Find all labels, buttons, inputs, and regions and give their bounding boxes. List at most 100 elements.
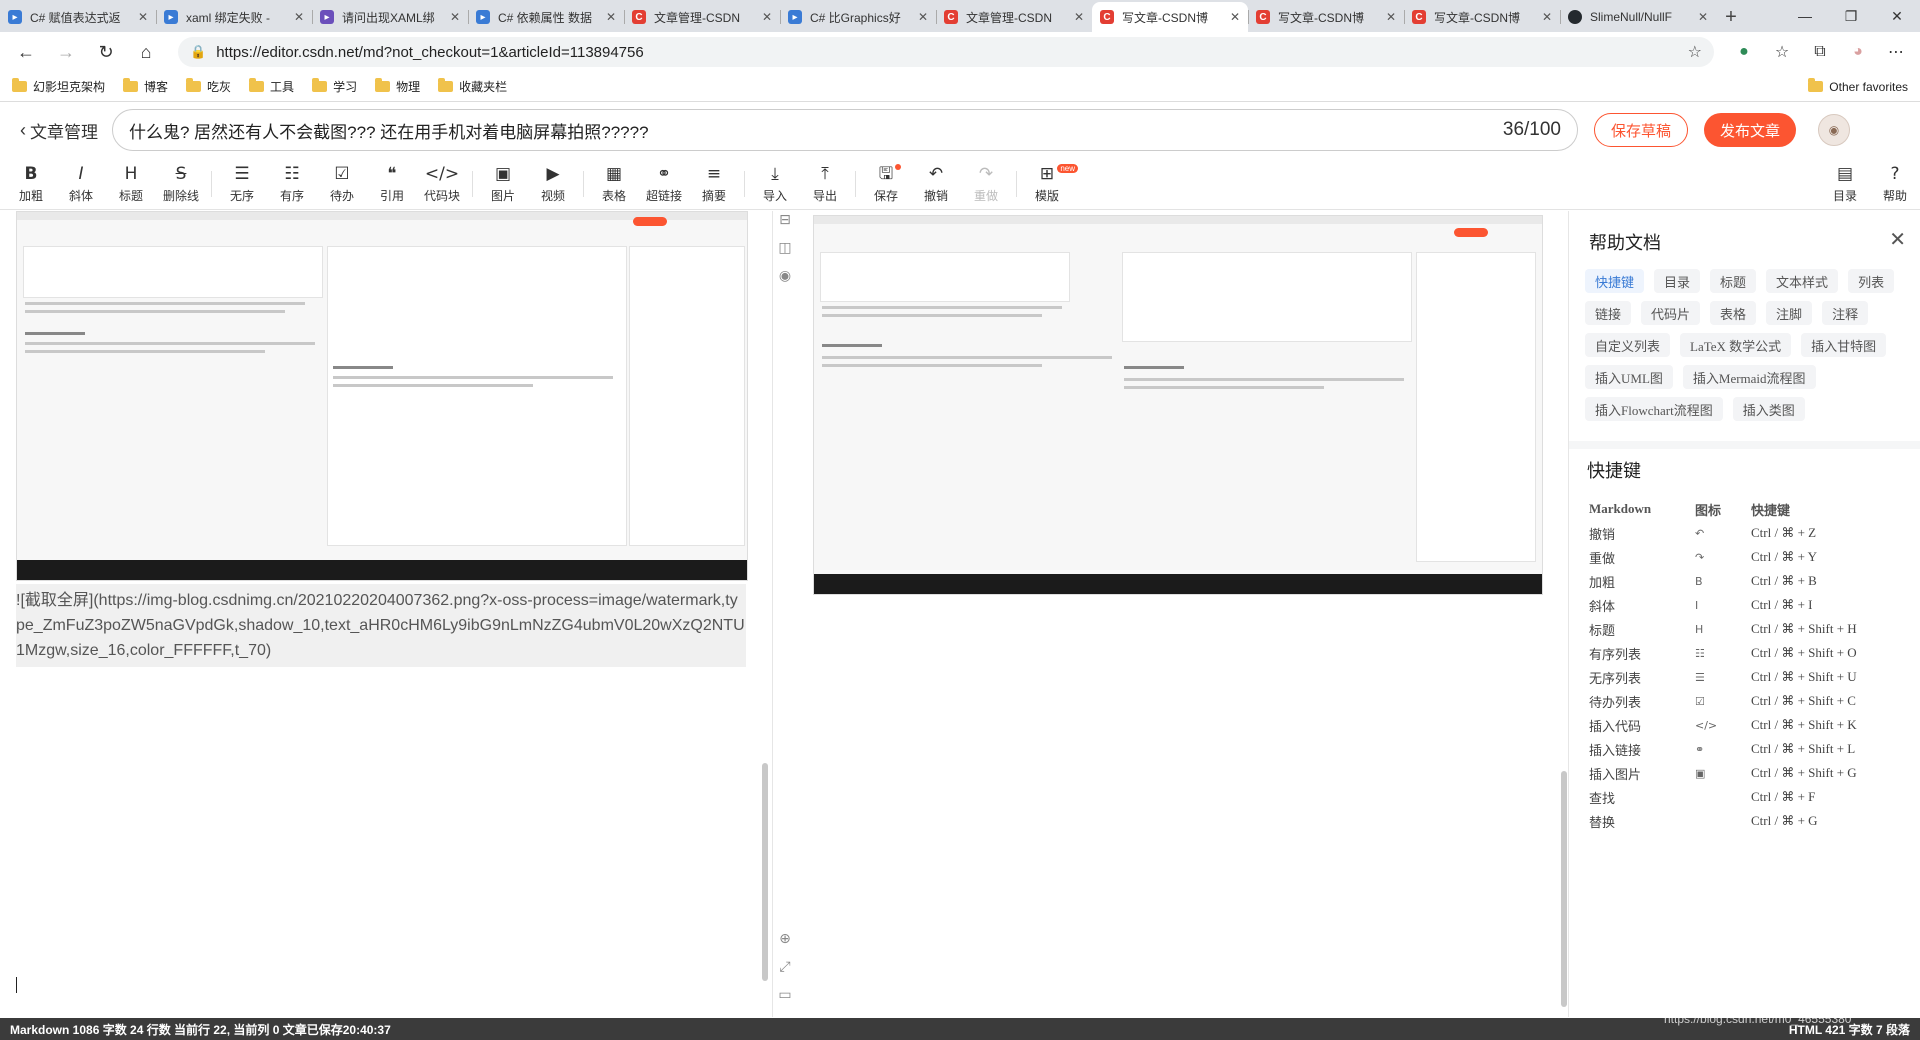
tab-close-icon[interactable]: ✕ xyxy=(918,10,928,24)
new-tab-button[interactable]: + xyxy=(1716,2,1746,32)
back-to-articles[interactable]: ‹ 文章管理 xyxy=(20,118,98,143)
help-topic-chip[interactable]: 插入Flowchart流程图 xyxy=(1585,397,1723,421)
menu-icon[interactable]: ⋯ xyxy=(1882,38,1910,66)
lock-icon[interactable]: 🔒 xyxy=(190,44,206,60)
browser-tab[interactable]: C 文章管理-CSDN ✕ xyxy=(624,2,780,32)
browser-tab[interactable]: SlimeNull/NullF ✕ xyxy=(1560,2,1716,32)
video-button[interactable]: ▶ 视频 xyxy=(528,158,578,210)
preview-scrollbar[interactable] xyxy=(1561,771,1567,1007)
import-button[interactable]: ⤓ 导入 xyxy=(750,158,800,210)
bold-button[interactable]: B 加粗 xyxy=(6,158,56,210)
bookmark-folder[interactable]: 学习 xyxy=(312,78,357,95)
summary-button[interactable]: ≡ 摘要 xyxy=(689,158,739,210)
favorites-icon[interactable]: ☆ xyxy=(1768,38,1796,66)
bookmark-folder[interactable]: 博客 xyxy=(123,78,168,95)
browser-tab[interactable]: C 写文章-CSDN博 ✕ xyxy=(1404,2,1560,32)
help-topic-chip[interactable]: 注脚 xyxy=(1766,301,1813,325)
close-window-button[interactable]: ✕ xyxy=(1874,0,1920,32)
bookmark-folder[interactable]: 物理 xyxy=(375,78,420,95)
redo-button[interactable]: ↷ 重做 xyxy=(961,158,1011,210)
browser-tab[interactable]: ▸ C# 比Graphics好 ✕ xyxy=(780,2,936,32)
markdown-editor[interactable]: ![截取全屏](https://img-blog.csdnimg.cn/2021… xyxy=(0,211,772,1017)
browser-tab[interactable]: C 写文章-CSDN博 ✕ xyxy=(1248,2,1404,32)
help-topic-chip[interactable]: 自定义列表 xyxy=(1585,333,1671,357)
editor-scrollbar[interactable] xyxy=(762,763,768,981)
bookmark-folder[interactable]: 吃灰 xyxy=(186,78,231,95)
browser-tab[interactable]: ▸ 请问出现XAML绑 ✕ xyxy=(312,2,468,32)
help-topic-chip[interactable]: 列表 xyxy=(1848,269,1895,293)
tab-close-icon[interactable]: ✕ xyxy=(762,10,772,24)
fullscreen-icon[interactable]: ⤢ xyxy=(772,958,798,986)
help-topic-chip[interactable]: 插入Mermaid流程图 xyxy=(1682,365,1816,389)
help-topic-chip[interactable]: 代码片 xyxy=(1641,301,1701,325)
help-topic-chip[interactable]: 插入甘特图 xyxy=(1801,333,1887,357)
browser-tab[interactable]: C 写文章-CSDN博 ✕ xyxy=(1092,2,1248,32)
template-button[interactable]: ⊞ 模版 new xyxy=(1022,158,1078,210)
help-topic-chip[interactable]: LaTeX 数学公式 xyxy=(1680,333,1792,357)
tab-close-icon[interactable]: ✕ xyxy=(1386,10,1396,24)
unordered-list-button[interactable]: ☰ 无序 xyxy=(217,158,267,210)
strikethrough-button[interactable]: S 删除线 xyxy=(156,158,206,210)
browser-tab[interactable]: ▸ C# 依赖属性 数据 ✕ xyxy=(468,2,624,32)
link-button[interactable]: ⚭ 超链接 xyxy=(639,158,689,210)
bookmark-other-favorites[interactable]: Other favorites xyxy=(1808,78,1908,94)
minimize-button[interactable]: — xyxy=(1782,0,1828,32)
profile-avatar[interactable]: ◕ xyxy=(1844,38,1872,66)
article-title-input[interactable]: 什么鬼? 居然还有人不会截图??? 还在用手机对着电脑屏幕拍照????? 36/… xyxy=(112,109,1578,151)
forward-arrow-icon[interactable]: → xyxy=(50,36,82,68)
preview-eye-icon[interactable]: ◉ xyxy=(772,267,798,295)
tab-close-icon[interactable]: ✕ xyxy=(450,10,460,24)
avatar[interactable]: ◉ xyxy=(1818,114,1851,146)
url-field[interactable]: 🔒 https://editor.csdn.net/md?not_checkou… xyxy=(178,37,1714,67)
help-topic-chip[interactable]: 标题 xyxy=(1710,269,1757,293)
help-button[interactable]: ? 帮助 xyxy=(1870,158,1920,210)
undo-button[interactable]: ↶ 撤销 xyxy=(911,158,961,210)
tab-close-icon[interactable]: ✕ xyxy=(138,10,148,24)
help-topic-chip[interactable]: 目录 xyxy=(1654,269,1701,293)
tab-close-icon[interactable]: ✕ xyxy=(606,10,616,24)
help-topic-chip[interactable]: 注释 xyxy=(1822,301,1869,325)
layout-icon[interactable]: ▭ xyxy=(772,986,798,1014)
image-button[interactable]: ▣ 图片 xyxy=(478,158,528,210)
help-topic-chip[interactable]: 插入类图 xyxy=(1732,397,1805,421)
help-topic-chip[interactable]: 链接 xyxy=(1585,301,1632,325)
home-icon[interactable]: ⌂ xyxy=(130,36,162,68)
add-favorite-icon[interactable]: ☆ xyxy=(1688,42,1702,62)
locate-icon[interactable]: ⊕ xyxy=(772,930,798,958)
help-topic-chip[interactable]: 插入UML图 xyxy=(1585,365,1673,389)
browser-tab[interactable]: ▸ C# 赋值表达式返 ✕ xyxy=(0,2,156,32)
tab-close-icon[interactable]: ✕ xyxy=(1074,10,1084,24)
publish-button[interactable]: 发布文章 xyxy=(1704,113,1797,147)
browser-tab[interactable]: C 文章管理-CSDN ✕ xyxy=(936,2,1092,32)
help-topic-chip[interactable]: 快捷键 xyxy=(1585,269,1645,293)
table-button[interactable]: ▦ 表格 xyxy=(589,158,639,210)
code-block-button[interactable]: </> 代码块 xyxy=(417,158,467,210)
help-topic-chip[interactable]: 表格 xyxy=(1710,301,1757,325)
back-arrow-icon[interactable]: ← xyxy=(10,36,42,68)
save-button[interactable]: 🖫 保存 xyxy=(861,158,911,210)
export-button[interactable]: ⤒ 导出 xyxy=(800,158,850,210)
browser-tab[interactable]: ▸ xaml 绑定失败 - ✕ xyxy=(156,2,312,32)
bookmark-folder[interactable]: 收藏夹栏 xyxy=(438,78,507,95)
tab-close-icon[interactable]: ✕ xyxy=(294,10,304,24)
collections-icon[interactable]: ⧉ xyxy=(1806,38,1834,66)
close-icon[interactable]: ✕ xyxy=(1889,227,1906,252)
tab-close-icon[interactable]: ✕ xyxy=(1230,10,1240,24)
todo-list-button[interactable]: ☑ 待办 xyxy=(317,158,367,210)
bookmark-folder[interactable]: 幻影坦克架构 xyxy=(12,78,105,95)
split-view-icon[interactable]: ◫ xyxy=(772,239,798,267)
extension-icon[interactable]: ● xyxy=(1730,38,1758,66)
tab-close-icon[interactable]: ✕ xyxy=(1698,10,1708,24)
bookmark-folder[interactable]: 工具 xyxy=(249,78,294,95)
heading-button[interactable]: H 标题 xyxy=(106,158,156,210)
refresh-icon[interactable]: ↻ xyxy=(90,36,122,68)
toc-button[interactable]: ▤ 目录 xyxy=(1820,158,1870,210)
ordered-list-button[interactable]: ☷ 有序 xyxy=(267,158,317,210)
sync-scroll-icon[interactable]: ⊟ xyxy=(772,211,798,239)
italic-button[interactable]: I 斜体 xyxy=(56,158,106,210)
help-topic-chip[interactable]: 文本样式 xyxy=(1766,269,1839,293)
tab-close-icon[interactable]: ✕ xyxy=(1542,10,1552,24)
save-draft-button[interactable]: 保存草稿 xyxy=(1594,113,1689,147)
quote-button[interactable]: ❝ 引用 xyxy=(367,158,417,210)
restore-button[interactable]: ❐ xyxy=(1828,0,1874,32)
